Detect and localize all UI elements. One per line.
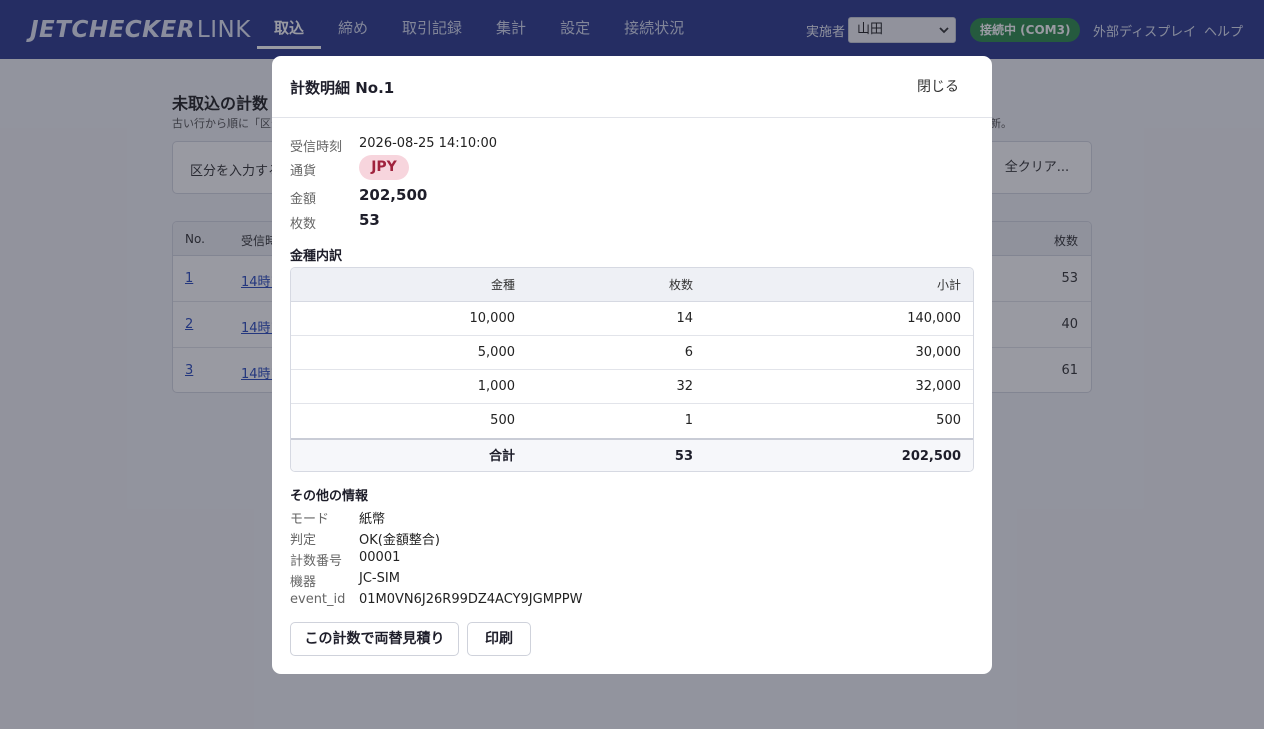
count-detail-modal: 計数明細 No.1 閉じる 受信時刻 2026-08-25 14:10:00 通… [272,56,992,674]
pieces-cell: 6 [684,345,693,360]
subtotal-cell: 140,000 [907,311,961,326]
table-row: 5,000 6 30,000 [291,336,973,370]
modal-header: 計数明細 No.1 閉じる [272,56,992,118]
judgement-value: OK(金額整合) [359,533,440,548]
subtotal-cell: 32,000 [915,379,962,394]
table-row: 500 1 500 [291,404,973,438]
device-label: 機器 [290,575,317,590]
amount-label: 金額 [290,192,317,207]
received-time-value: 2026-08-25 14:10:00 [359,136,498,151]
total-subtotal: 202,500 [901,449,961,464]
mode-value: 紙幣 [359,512,386,527]
denomination-table-header: 金種 枚数 小計 [291,268,973,302]
currency-badge: JPY [359,155,409,180]
print-button[interactable]: 印刷 [467,622,531,656]
subtotal-cell: 30,000 [915,345,962,360]
amount-value: 202,500 [359,186,428,204]
denomination-table: 金種 枚数 小計 10,000 14 140,000 5,000 6 30,00… [290,267,974,472]
received-time-label: 受信時刻 [290,140,343,155]
subtotal-cell: 500 [936,413,961,428]
breakdown-title: 金種内訳 [290,249,343,264]
exchange-quote-button[interactable]: この計数で両替見積り [290,622,459,656]
pieces-cell: 1 [684,413,693,428]
count-number-label: 計数番号 [290,554,343,569]
denomination-cell: 10,000 [469,311,516,326]
table-row: 1,000 32 32,000 [291,370,973,404]
mode-label: モード [290,512,330,527]
header-denomination: 金種 [490,278,515,292]
currency-label: 通貨 [290,164,317,179]
judgement-label: 判定 [290,533,317,548]
device-value: JC-SIM [359,571,400,586]
count-number-value: 00001 [359,550,401,565]
pieces-cell: 32 [676,379,693,394]
table-row: 10,000 14 140,000 [291,302,973,336]
count-label: 枚数 [290,217,317,232]
close-button[interactable]: 閉じる [906,70,970,104]
header-subtotal: 小計 [936,278,961,292]
count-value: 53 [359,211,380,229]
modal-title: 計数明細 No.1 [290,79,395,97]
denomination-cell: 500 [490,413,515,428]
denomination-cell: 5,000 [477,345,515,360]
header-pieces: 枚数 [668,278,693,292]
denomination-total-row: 合計 53 202,500 [291,438,973,471]
event-id-label: event_id [290,592,346,607]
total-pieces: 53 [674,449,693,464]
total-label: 合計 [488,449,515,464]
event-id-value: 01M0VN6J26R99DZ4ACY9JGMPPW [359,592,583,607]
other-info-title: その他の情報 [290,489,369,504]
denomination-cell: 1,000 [477,379,515,394]
pieces-cell: 14 [676,311,693,326]
